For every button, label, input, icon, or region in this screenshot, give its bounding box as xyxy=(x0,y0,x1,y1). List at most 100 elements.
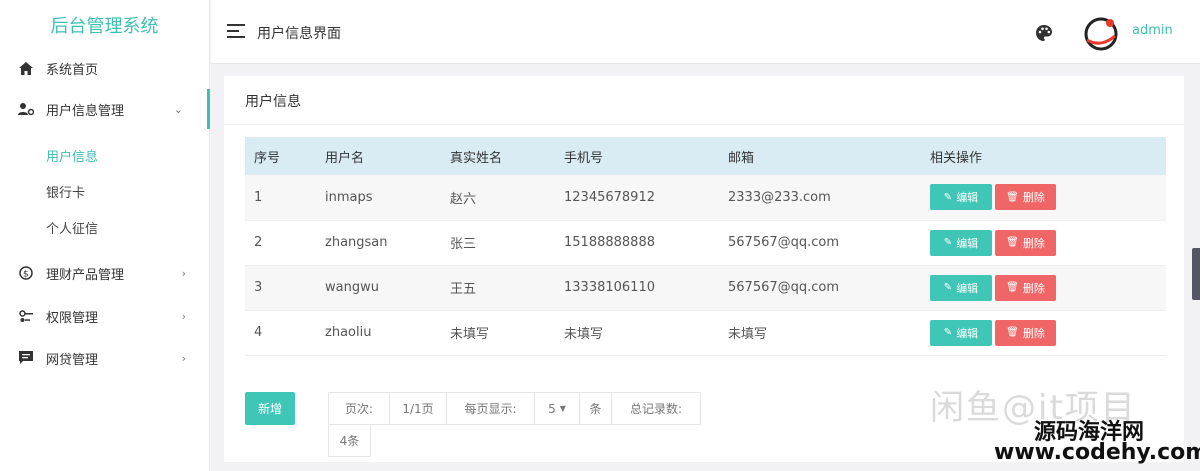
cell-no: 2 xyxy=(254,235,263,250)
chevron-right-icon: › xyxy=(181,309,186,323)
cell-actions: ✎ 编辑 🗑 删除 xyxy=(921,310,1166,355)
sidebar-item-home[interactable]: 系统首页 xyxy=(0,48,210,88)
cell-no: 4 xyxy=(254,325,263,340)
table-row: 2 zhangsan 张三 15188888888 567567@qq.com … xyxy=(245,220,1166,265)
per-page-label: 每页显示: xyxy=(446,392,535,425)
card-title: 用户信息 xyxy=(245,94,301,110)
total-value: 4条 xyxy=(328,424,371,457)
delete-button[interactable]: 🗑 删除 xyxy=(995,184,1056,211)
coin-icon: $ xyxy=(18,265,34,281)
cell-realname: 张三 xyxy=(450,237,477,252)
home-icon xyxy=(18,60,34,76)
page-title: 用户信息界面 xyxy=(257,26,341,42)
delete-button[interactable]: 🗑 删除 xyxy=(995,229,1056,256)
edit-button[interactable]: ✎ 编辑 xyxy=(930,184,992,211)
column-header: 手机号 xyxy=(564,150,604,166)
avatar[interactable] xyxy=(1081,14,1121,54)
sidebar: 后台管理系统 系统首页 用户信息管理 ⌄ 用户信息 银行卡 个人征信 $ 理财产… xyxy=(0,0,210,471)
message-icon xyxy=(18,350,34,366)
delete-button[interactable]: 🗑 删除 xyxy=(995,319,1056,346)
trash-icon: 🗑 xyxy=(1006,237,1019,248)
chevron-down-icon: ⌄ xyxy=(173,102,183,116)
per-page-unit: 条 xyxy=(579,392,612,425)
watermark-site-url: www.codehy.com xyxy=(994,440,1200,465)
key-icon xyxy=(18,308,34,324)
sidebar-item-label: 用户信息管理 xyxy=(46,103,125,119)
table-row: 4 zhaoliu 未填写 未填写 未填写 ✎ 编辑 🗑 删除 xyxy=(245,310,1166,355)
cell-realname: 王五 xyxy=(450,282,477,297)
pencil-icon: ✎ xyxy=(943,282,953,293)
username-link[interactable]: admin xyxy=(1132,23,1173,38)
sidebar-item-label: 权限管理 xyxy=(46,310,99,326)
cell-phone: 12345678912 xyxy=(564,189,655,205)
edit-button[interactable]: ✎ 编辑 xyxy=(930,274,992,301)
sidebar-item-permissions[interactable]: 权限管理 › xyxy=(0,296,210,336)
divider xyxy=(224,124,1184,125)
cell-actions: ✎ 编辑 🗑 删除 xyxy=(921,220,1166,265)
edit-button[interactable]: ✎ 编辑 xyxy=(930,319,992,346)
page-value: 1/1页 xyxy=(389,392,447,425)
cell-email: 2333@233.com xyxy=(728,189,831,205)
cell-username: zhaoliu xyxy=(325,325,372,340)
sidebar-subitem-bank-card[interactable]: 银行卡 xyxy=(0,173,210,209)
table-row: 3 wangwu 王五 13338106110 567567@qq.com ✎ 编… xyxy=(245,265,1166,310)
cell-no: 3 xyxy=(254,280,263,295)
add-button[interactable]: 新增 xyxy=(245,392,295,425)
sidebar-item-label: 理财产品管理 xyxy=(46,267,125,283)
column-header: 用户名 xyxy=(325,150,365,166)
delete-button[interactable]: 🗑 删除 xyxy=(995,274,1056,301)
menu-toggle-icon[interactable] xyxy=(227,24,245,38)
cell-email: 未填写 xyxy=(728,327,768,342)
delete-label: 删除 xyxy=(1022,191,1045,205)
total-label: 总记录数: xyxy=(611,392,701,425)
user-table: 序号 用户名 真实姓名 手机号 邮箱 相关操作 1 inmaps 赵六 1234… xyxy=(245,137,1166,356)
user-settings-icon xyxy=(18,101,34,117)
cell-actions: ✎ 编辑 🗑 删除 xyxy=(921,175,1166,220)
brand-title: 后台管理系统 xyxy=(50,16,159,37)
trash-icon: 🗑 xyxy=(1006,191,1019,203)
svg-text:$: $ xyxy=(23,270,29,280)
cell-username: inmaps xyxy=(325,189,373,205)
top-header: 用户信息界面 admin xyxy=(211,0,1200,64)
delete-label: 删除 xyxy=(1022,236,1045,250)
delete-label: 删除 xyxy=(1022,281,1045,295)
edit-label: 编辑 xyxy=(956,236,979,250)
caret-down-icon: ▼ xyxy=(559,404,566,413)
cell-realname: 赵六 xyxy=(450,191,477,207)
side-scroll-handle[interactable] xyxy=(1192,248,1200,300)
sidebar-subitem-credit[interactable]: 个人征信 xyxy=(0,209,210,245)
sidebar-item-label: 系统首页 xyxy=(46,62,99,78)
cell-username: wangwu xyxy=(325,280,379,295)
chevron-right-icon: › xyxy=(181,351,186,365)
pencil-icon: ✎ xyxy=(943,237,953,248)
sidebar-item-label: 网贷管理 xyxy=(46,352,99,368)
edit-label: 编辑 xyxy=(956,326,979,340)
pencil-icon: ✎ xyxy=(943,191,953,203)
edit-button[interactable]: ✎ 编辑 xyxy=(930,229,992,256)
sidebar-item-user-info-mgmt[interactable]: 用户信息管理 ⌄ xyxy=(0,89,210,129)
edit-label: 编辑 xyxy=(956,191,979,205)
column-header: 相关操作 xyxy=(930,150,983,166)
cell-phone: 未填写 xyxy=(564,327,604,342)
column-header: 邮箱 xyxy=(728,150,755,166)
per-page-value: 5 xyxy=(548,401,556,416)
trash-icon: 🗑 xyxy=(1006,282,1019,293)
cell-no: 1 xyxy=(254,189,263,205)
column-header: 真实姓名 xyxy=(450,150,503,166)
cell-actions: ✎ 编辑 🗑 删除 xyxy=(921,265,1166,310)
sidebar-item-loans[interactable]: 网贷管理 › xyxy=(0,338,210,378)
palette-icon[interactable] xyxy=(1035,24,1053,42)
sidebar-item-finance-products[interactable]: $ 理财产品管理 › xyxy=(0,253,210,293)
cell-username: zhangsan xyxy=(325,235,388,250)
pencil-icon: ✎ xyxy=(943,327,953,338)
table-row: 1 inmaps 赵六 12345678912 2333@233.com ✎ 编辑… xyxy=(245,175,1166,220)
cell-email: 567567@qq.com xyxy=(728,280,840,295)
sidebar-subitem-user-info[interactable]: 用户信息 xyxy=(0,137,210,173)
trash-icon: 🗑 xyxy=(1006,327,1019,338)
page-label: 页次: xyxy=(328,392,390,425)
cell-phone: 15188888888 xyxy=(564,235,655,250)
cell-email: 567567@qq.com xyxy=(728,235,840,250)
chevron-right-icon: › xyxy=(181,266,186,280)
cell-realname: 未填写 xyxy=(450,327,490,342)
per-page-select[interactable]: 5 ▼ xyxy=(534,392,580,425)
